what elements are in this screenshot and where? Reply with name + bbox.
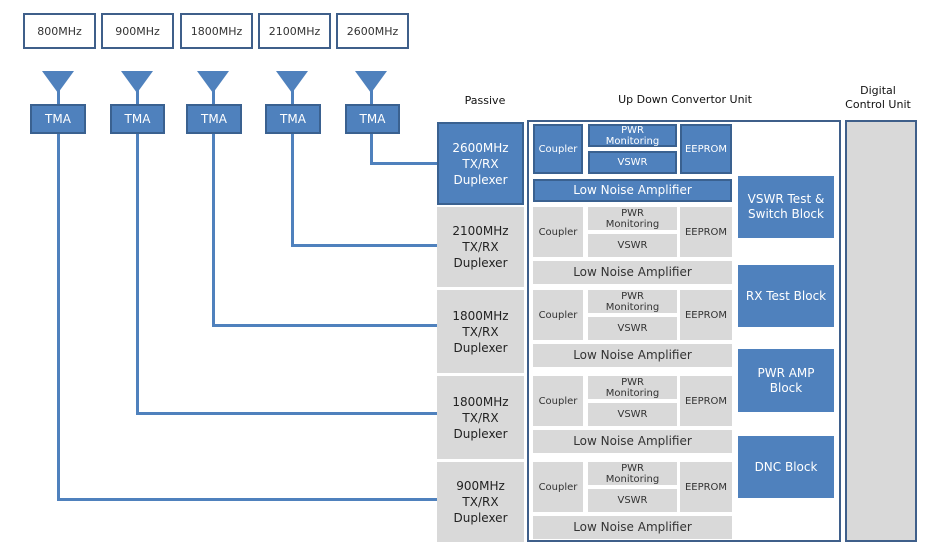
duplexer-type: TX/RX (462, 156, 499, 171)
lna-box: Low Noise Amplifier (533, 430, 732, 453)
eeprom-box: EEPROM (680, 290, 732, 340)
band-box: 2600MHz (336, 13, 409, 49)
connector-line (290, 133, 294, 247)
connector-line (56, 498, 437, 501)
pwr-monitoring-box: PWR Monitoring (588, 376, 677, 399)
tma-box: TMA (110, 104, 165, 134)
lna-box: Low Noise Amplifier (533, 344, 732, 367)
pwr-text: PWR (621, 462, 644, 474)
vswr-box: VSWR (588, 403, 677, 426)
connector-line (56, 133, 60, 501)
lna-box: Low Noise Amplifier (533, 179, 732, 202)
vswr-box: VSWR (588, 234, 677, 257)
test-block-3: DNC Block (738, 436, 834, 498)
coupler-box: Coupler (533, 124, 583, 174)
test-block-0: VSWR Test & Switch Block (738, 176, 834, 238)
pwr-text: PWR (621, 124, 644, 136)
pwr-text: Monitoring (605, 387, 660, 399)
duplexer-freq: 1800MHz (452, 394, 509, 409)
connector-line (290, 244, 437, 247)
block-text: DNC Block (754, 459, 818, 474)
duplexer-freq: 900MHz (456, 479, 505, 493)
connector-line (211, 133, 215, 327)
block-text: RX Test Block (745, 288, 827, 303)
block-text: PWR AMP (757, 365, 815, 380)
tma-box: TMA (30, 104, 86, 134)
duplexer-2: 1800MHz TX/RX Duplexer (437, 290, 524, 373)
pwr-text: Monitoring (605, 218, 660, 230)
dcu-box (845, 120, 917, 542)
duplexer-1: 2100MHz TX/RX Duplexer (437, 207, 524, 287)
test-block-2: PWR AMP Block (738, 349, 834, 412)
pwr-text: PWR (621, 290, 644, 302)
band-box: 2100MHz (258, 13, 331, 49)
duplexer-name: Duplexer (453, 340, 508, 355)
passive-label: Passive (464, 93, 506, 107)
coupler-box: Coupler (533, 462, 583, 512)
connector-line (211, 324, 437, 327)
pwr-text: PWR (621, 207, 644, 219)
duplexer-name: Duplexer (453, 426, 508, 441)
connector-line (369, 133, 373, 165)
tma-box: TMA (265, 104, 321, 134)
vswr-box: VSWR (588, 151, 677, 174)
eeprom-box: EEPROM (680, 376, 732, 426)
pwr-monitoring-box: PWR Monitoring (588, 462, 677, 485)
duplexer-freq: 2600MHz (452, 140, 509, 155)
pwr-text: Monitoring (605, 135, 660, 147)
diagram: 800MHz TMA 900MHz TMA 1800MHz TMA 2100MHz TMA 26… (0, 0, 941, 558)
vswr-box: VSWR (588, 317, 677, 340)
eeprom-box: EEPROM (680, 124, 732, 174)
pwr-monitoring-box: PWR Monitoring (588, 207, 677, 230)
band-box: 800MHz (23, 13, 96, 49)
duplexer-name: Duplexer (453, 172, 508, 187)
block-text: VSWR Test & (747, 192, 825, 206)
pwr-text: Monitoring (605, 301, 660, 313)
test-block-1: RX Test Block (738, 265, 834, 327)
duplexer-name: Duplexer (453, 511, 508, 525)
duplexer-freq: 1800MHz (452, 308, 509, 323)
coupler-box: Coupler (533, 290, 583, 340)
pwr-monitoring-box: PWR Monitoring (588, 124, 677, 147)
block-text: Switch Block (748, 207, 824, 221)
pwr-text: Monitoring (605, 473, 660, 485)
band-box: 900MHz (101, 13, 174, 49)
connector-line (135, 133, 139, 415)
lna-box: Low Noise Amplifier (533, 261, 732, 284)
eeprom-box: EEPROM (680, 207, 732, 257)
udc-label: Up Down Convertor Unit (618, 92, 752, 106)
duplexer-0: 2600MHz TX/RX Duplexer (437, 122, 524, 205)
duplexer-name: Duplexer (453, 256, 508, 270)
coupler-box: Coupler (533, 207, 583, 257)
pwr-monitoring-box: PWR Monitoring (588, 290, 677, 313)
block-text: Block (769, 380, 803, 395)
duplexer-type: TX/RX (462, 324, 499, 339)
dcu-label: Digital (860, 83, 896, 97)
duplexer-freq: 2100MHz (452, 224, 509, 238)
pwr-text: PWR (621, 376, 644, 388)
duplexer-4: 900MHz TX/RX Duplexer (437, 462, 524, 542)
tma-box: TMA (186, 104, 242, 134)
duplexer-3: 1800MHz TX/RX Duplexer (437, 376, 524, 459)
lna-box: Low Noise Amplifier (533, 516, 732, 539)
duplexer-type: TX/RX (462, 495, 499, 509)
duplexer-type: TX/RX (462, 240, 499, 254)
band-box: 1800MHz (180, 13, 253, 49)
coupler-box: Coupler (533, 376, 583, 426)
duplexer-type: TX/RX (462, 410, 499, 425)
dcu-label-2: Control Unit (845, 97, 911, 111)
connector-line (135, 412, 437, 415)
eeprom-box: EEPROM (680, 462, 732, 512)
vswr-box: VSWR (588, 489, 677, 512)
connector-line (369, 162, 437, 165)
tma-box: TMA (345, 104, 400, 134)
